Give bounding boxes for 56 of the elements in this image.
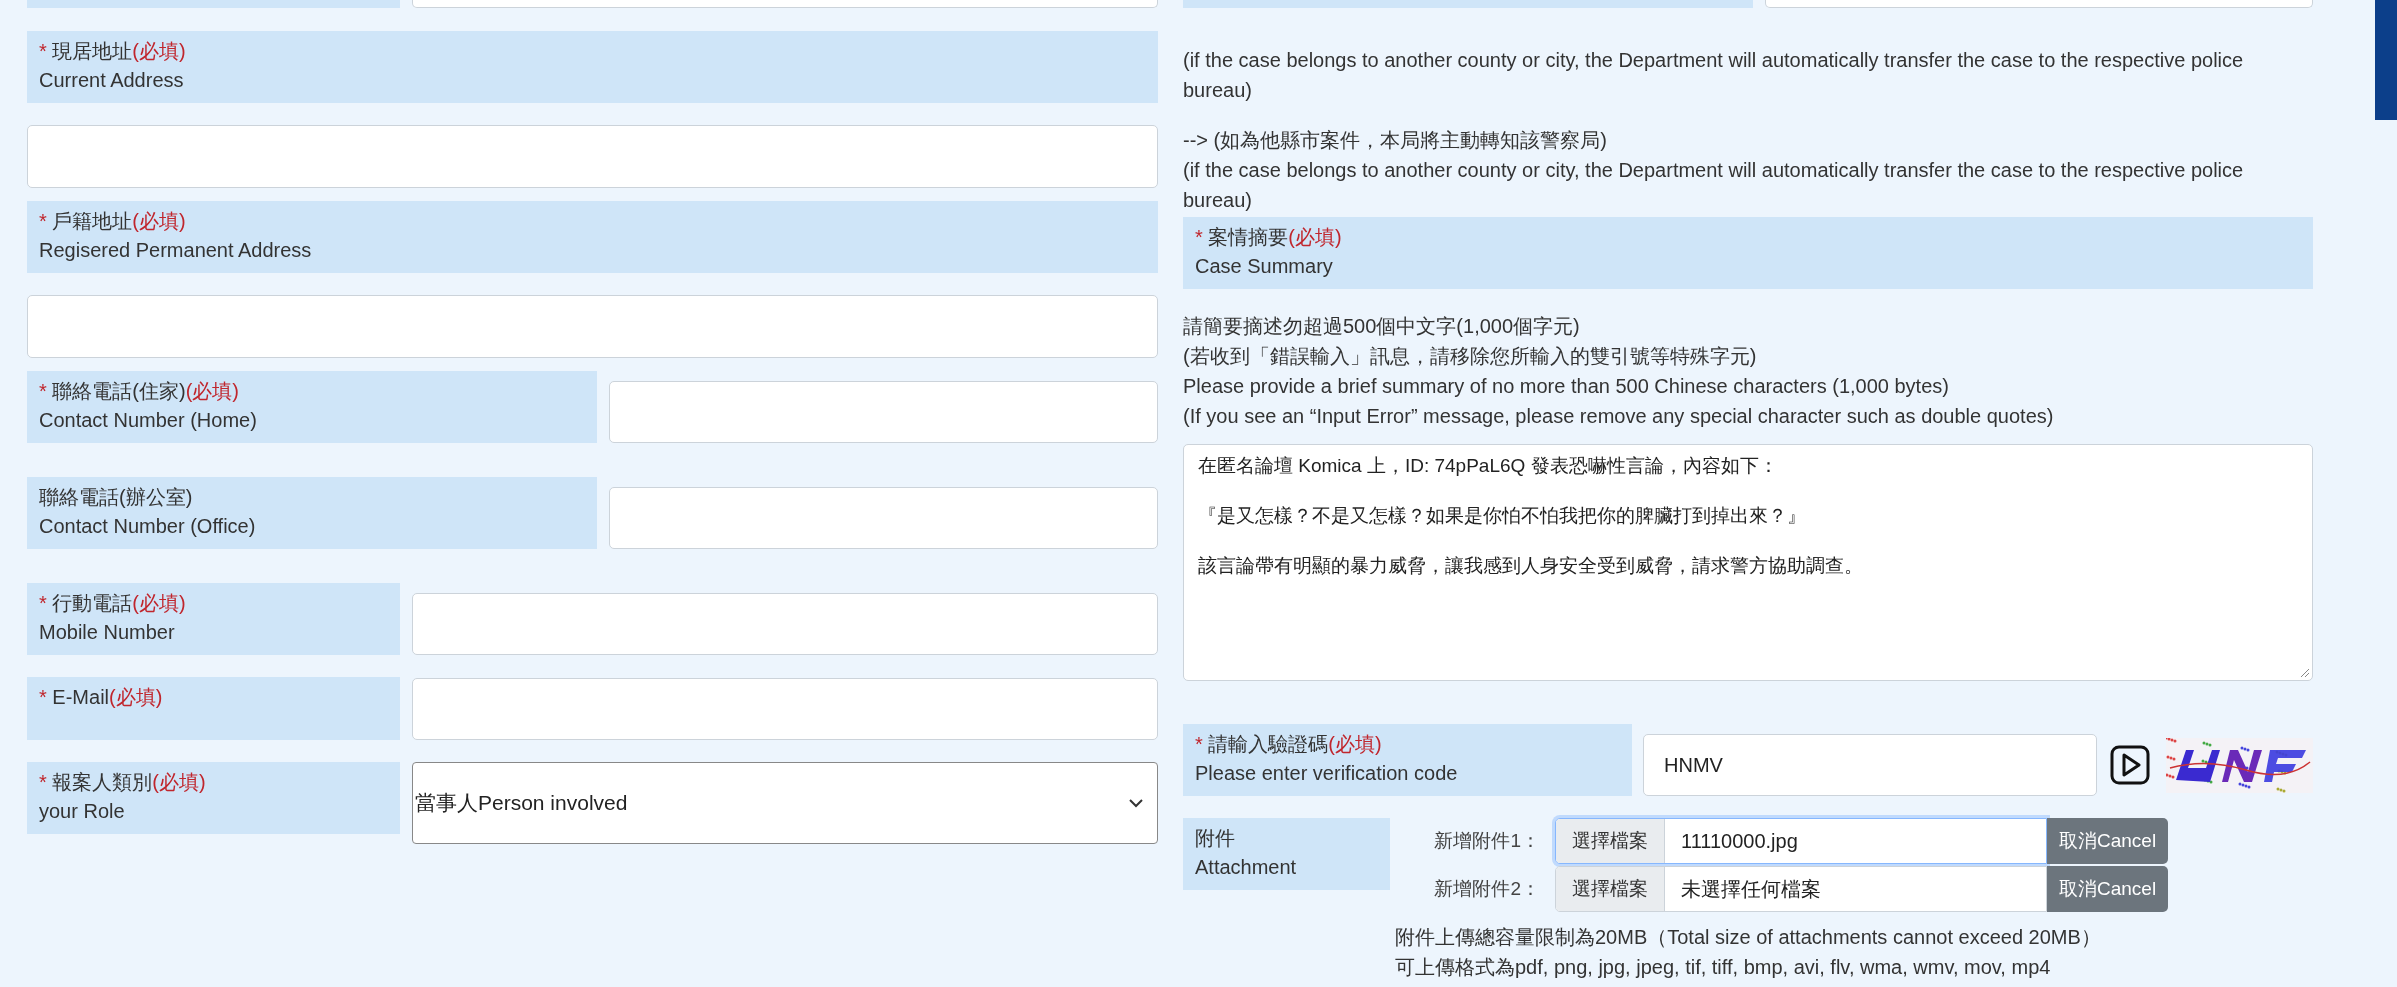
note-text: 請簡要摘述勿超過500個中文字(1,000個字元) <box>1183 314 1581 339</box>
input-field[interactable] <box>609 381 1158 443</box>
scrollbar-thumb[interactable] <box>2375 0 2397 120</box>
role-select[interactable]: 當事人Person involved <box>412 762 1158 844</box>
summary-textarea[interactable]: 在匿名論壇 Komica 上，ID: 74pPaL6Q 發表恐嚇性言論，內容如下： 『是又怎樣？不是又怎樣？如果是你怕不怕我把你的脾臟打到掉出來？』 該言論帶有明顯的暴力威脅，讓我感到人身安全受到威脅，請求警方協助調查。 <box>1183 444 2313 681</box>
file-input[interactable]: 選擇檔案 11110000.jpg <box>1555 818 2047 864</box>
field-label-english: Current Address <box>39 68 185 93</box>
play-icon[interactable] <box>2110 745 2150 785</box>
field-label-english: Please enter verification code <box>1195 761 1459 786</box>
note-text: (if the case belongs to another county or city, the Department will automatically transfer the case to the respective police bureau) <box>1183 48 2245 103</box>
field-label-english: Regisered Permanent Address <box>39 238 313 263</box>
field-label-english: Mobile Number <box>39 620 176 645</box>
field-label-english: Attachment <box>1195 855 1298 880</box>
field-label: 附件 <box>1195 826 1236 851</box>
field-label: 聯絡電話(辦公室) <box>39 485 194 510</box>
input-field[interactable] <box>412 0 1158 8</box>
cancel-button[interactable]: 取消Cancel <box>2047 866 2169 912</box>
choose-file-button[interactable]: 選擇檔案 <box>1556 819 1665 863</box>
field-label: * 行動電話(必填) <box>39 591 187 616</box>
note-text: (if the case belongs to another county or city, the Department will automatically transfer the case to the respective police bureau) <box>1183 158 2245 213</box>
summary-text: 在匿名論壇 Komica 上，ID: 74pPaL6Q 發表恐嚇性言論，內容如下： <box>1198 454 1779 478</box>
note-text: Please provide a brief summary of no more than 500 Chinese characters (1,000 bytes) <box>1183 374 1950 399</box>
cancel-button[interactable]: 取消Cancel <box>2047 818 2169 864</box>
note-text: 可上傳格式為pdf, png, jpg, jpeg, tif, tiff, bmp, avi, flv, wma, wmv, mov, mp4 <box>1395 955 2052 980</box>
field-label-english: Case Summary <box>1195 254 1334 279</box>
input-field[interactable] <box>412 593 1158 655</box>
note-text: (If you see an “Input Error” message, please remove any special character such as double quotes) <box>1183 404 2055 429</box>
field-label: * E-Mail(必填) <box>39 685 164 710</box>
resize-grip-icon[interactable] <box>2300 668 2310 678</box>
captcha-input[interactable]: HNMV <box>1643 734 2097 796</box>
field-label: * 案情摘要(必填) <box>1195 225 1343 250</box>
file-name: 未選擇任何檔案 <box>1680 876 1822 902</box>
field-label: * 戶籍地址(必填) <box>39 209 187 234</box>
field-label-english: Contact Number (Home) <box>39 408 258 433</box>
summary-text: 該言論帶有明顯的暴力威脅，讓我感到人身安全受到威脅，請求警方協助調查。 <box>1198 554 1864 578</box>
input-field[interactable] <box>27 295 1158 358</box>
field-label-english: your Role <box>39 799 126 824</box>
note-text: (若收到「錯誤輸入」訊息，請移除您所輸入的雙引號等特殊字元) <box>1183 344 1758 369</box>
field-label: * 現居地址(必填) <box>39 39 187 64</box>
file-input[interactable]: 選擇檔案 未選擇任何檔案 <box>1555 866 2047 912</box>
note-text: --> (如為他縣市案件，本局將主動轉知該警察局) <box>1183 128 1608 153</box>
input-field[interactable] <box>1765 0 2313 8</box>
choose-file-button[interactable]: 選擇檔案 <box>1556 867 1665 911</box>
field-label-english: Contact Number (Office) <box>39 514 257 539</box>
file-name: 11110000.jpg <box>1680 828 1799 854</box>
input-field[interactable] <box>609 487 1158 549</box>
note-text: 附件上傳總容量限制為20MB（Total size of attachments cannot exceed 20MB） <box>1395 925 2102 950</box>
chevron-icon <box>1129 798 1143 808</box>
field-label: * 請輸入驗證碼(必填) <box>1195 732 1383 757</box>
field-label: * 聯絡電話(住家)(必填) <box>39 379 240 404</box>
attachment-label: 新增附件1： <box>1433 829 1541 853</box>
input-field[interactable] <box>27 125 1158 188</box>
attachment-label: 新增附件2： <box>1433 877 1541 901</box>
input-field[interactable] <box>412 678 1158 740</box>
summary-text: 『是又怎樣？不是又怎樣？如果是你怕不怕我把你的脾臟打到掉出來？』 <box>1198 504 1807 528</box>
field-label: * 報案人類別(必填) <box>39 770 207 795</box>
